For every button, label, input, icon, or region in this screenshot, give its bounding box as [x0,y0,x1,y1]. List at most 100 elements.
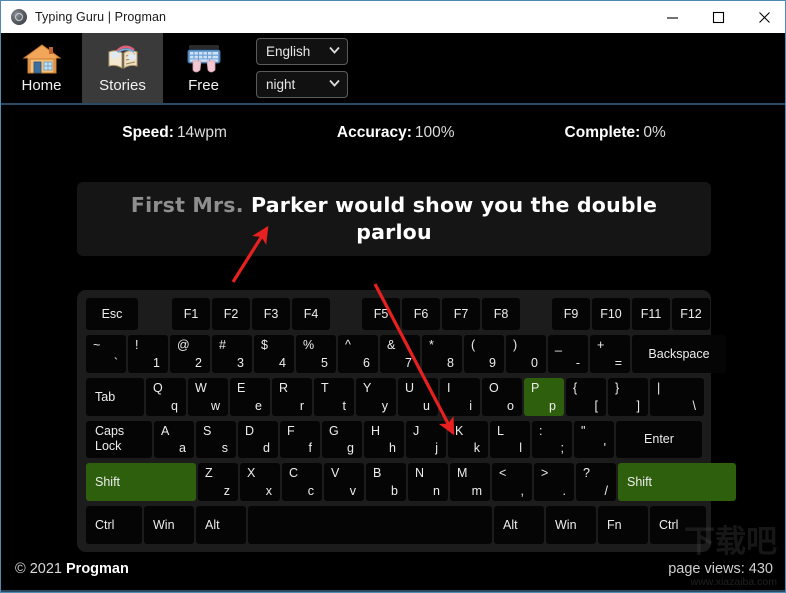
key-period[interactable]: >. [534,463,574,502]
key-g[interactable]: Gg [322,420,362,459]
key-comma[interactable]: <, [492,463,532,502]
key-f11[interactable]: F11 [632,298,670,330]
nav-label-home: Home [21,77,62,94]
key-a[interactable]: Aa [154,420,194,459]
theme-select[interactable]: night [256,71,348,98]
language-select[interactable]: English [256,38,348,65]
key-win-right[interactable]: Win [546,506,596,544]
key-b[interactable]: Bb [366,463,406,502]
key-shift-label: E [237,380,246,395]
key-base-label: 5 [321,355,328,370]
key-shift-label: " [581,423,586,438]
key-shift-label: G [329,423,339,438]
key-j[interactable]: Jj [406,420,446,459]
key-backtick[interactable]: ~ ` [86,334,126,373]
key-f6[interactable]: F6 [402,298,440,330]
key-semicolon[interactable]: :; [532,420,572,459]
key-ctrl-right[interactable]: Ctrl [650,506,706,544]
typing-text-panel[interactable]: First Mrs. Parker would show you the dou… [77,182,711,256]
key-caps-lock[interactable]: Caps Lock [86,420,152,459]
chevron-down-icon [329,46,340,57]
key-m[interactable]: Mm [450,463,490,502]
key-4[interactable]: $4 [254,334,294,373]
key-o[interactable]: Oo [482,377,522,416]
key-shift-label: W [195,380,207,395]
key-n[interactable]: Nn [408,463,448,502]
key-r[interactable]: Rr [272,377,312,416]
key-y[interactable]: Yy [356,377,396,416]
key-minus[interactable]: _ - [548,334,588,373]
key-f7[interactable]: F7 [442,298,480,330]
key-f5[interactable]: F5 [362,298,400,330]
key-equals[interactable]: + = [590,334,630,373]
key-9[interactable]: (9 [464,334,504,373]
key-bracket-right[interactable]: }] [608,377,648,416]
key-e[interactable]: Ee [230,377,270,416]
key-base-label: v [349,484,356,499]
footer-copyright-brand: Progman [66,561,129,577]
key-k[interactable]: Kk [448,420,488,459]
key-5[interactable]: % 5 [296,334,336,373]
key-t[interactable]: Tt [314,377,354,416]
close-button[interactable] [741,1,785,33]
key-7[interactable]: & 7 [380,334,420,373]
key-win-left[interactable]: Win [144,506,194,544]
key-base-label: w [210,398,220,413]
key-fn[interactable]: Fn [598,506,648,544]
key-f10[interactable]: F10 [592,298,630,330]
key-backspace[interactable]: Backspace [632,334,726,373]
key-base-label: 3 [237,355,244,370]
key-base-label: , [520,484,524,499]
key-u[interactable]: Uu [398,377,438,416]
key-x[interactable]: Xx [240,463,280,502]
key-shift-label: ( [471,337,476,352]
key-quote[interactable]: " ' [574,420,614,459]
key-f[interactable]: Ff [280,420,320,459]
minimize-button[interactable] [649,1,695,33]
key-enter[interactable]: Enter [616,420,702,459]
key-z[interactable]: Zz [198,463,238,502]
key-base-label: d [263,441,270,456]
nav-item-free[interactable]: Free [163,33,244,103]
key-l[interactable]: Ll [490,420,530,459]
key-c[interactable]: Cc [282,463,322,502]
key-w[interactable]: Ww [188,377,228,416]
nav-item-home[interactable]: Home [1,33,82,103]
key-q[interactable]: Qq [146,377,186,416]
key-f3[interactable]: F3 [252,298,290,330]
key-f4[interactable]: F4 [292,298,330,330]
key-h[interactable]: Hh [364,420,404,459]
key-0[interactable]: ) 0 [506,334,546,373]
key-v[interactable]: Vv [324,463,364,502]
key-1[interactable]: ! 1 [128,334,168,373]
key-shift-right[interactable]: Shift [618,463,736,502]
key-f12[interactable]: F12 [672,298,710,330]
key-label: F2 [223,306,239,321]
key-shift-left[interactable]: Shift [86,463,196,502]
key-3[interactable]: #3 [212,334,252,373]
key-f2[interactable]: F2 [212,298,250,330]
key-tab[interactable]: Tab [86,377,144,416]
key-2[interactable]: @2 [170,334,210,373]
key-alt-left[interactable]: Alt [196,506,246,544]
key-esc[interactable]: Esc [86,298,138,330]
key-8[interactable]: * 8 [422,334,462,373]
key-f9[interactable]: F9 [552,298,590,330]
key-6[interactable]: ^ 6 [338,334,378,373]
key-i[interactable]: Ii [440,377,480,416]
key-slash[interactable]: ? / [576,463,616,502]
key-f1[interactable]: F1 [172,298,210,330]
open-book-icon [100,41,146,77]
key-bracket-left[interactable]: {[ [566,377,606,416]
key-f8[interactable]: F8 [482,298,520,330]
key-d[interactable]: Dd [238,420,278,459]
key-space[interactable] [248,506,492,544]
key-backslash[interactable]: | \ [650,377,704,416]
key-alt-right[interactable]: Alt [494,506,544,544]
key-s[interactable]: Ss [196,420,236,459]
key-p[interactable]: Pp [524,377,564,416]
maximize-button[interactable] [695,1,741,33]
nav-item-stories[interactable]: Stories [82,33,163,103]
key-ctrl-left[interactable]: Ctrl [86,506,142,544]
key-label: F3 [263,306,279,321]
